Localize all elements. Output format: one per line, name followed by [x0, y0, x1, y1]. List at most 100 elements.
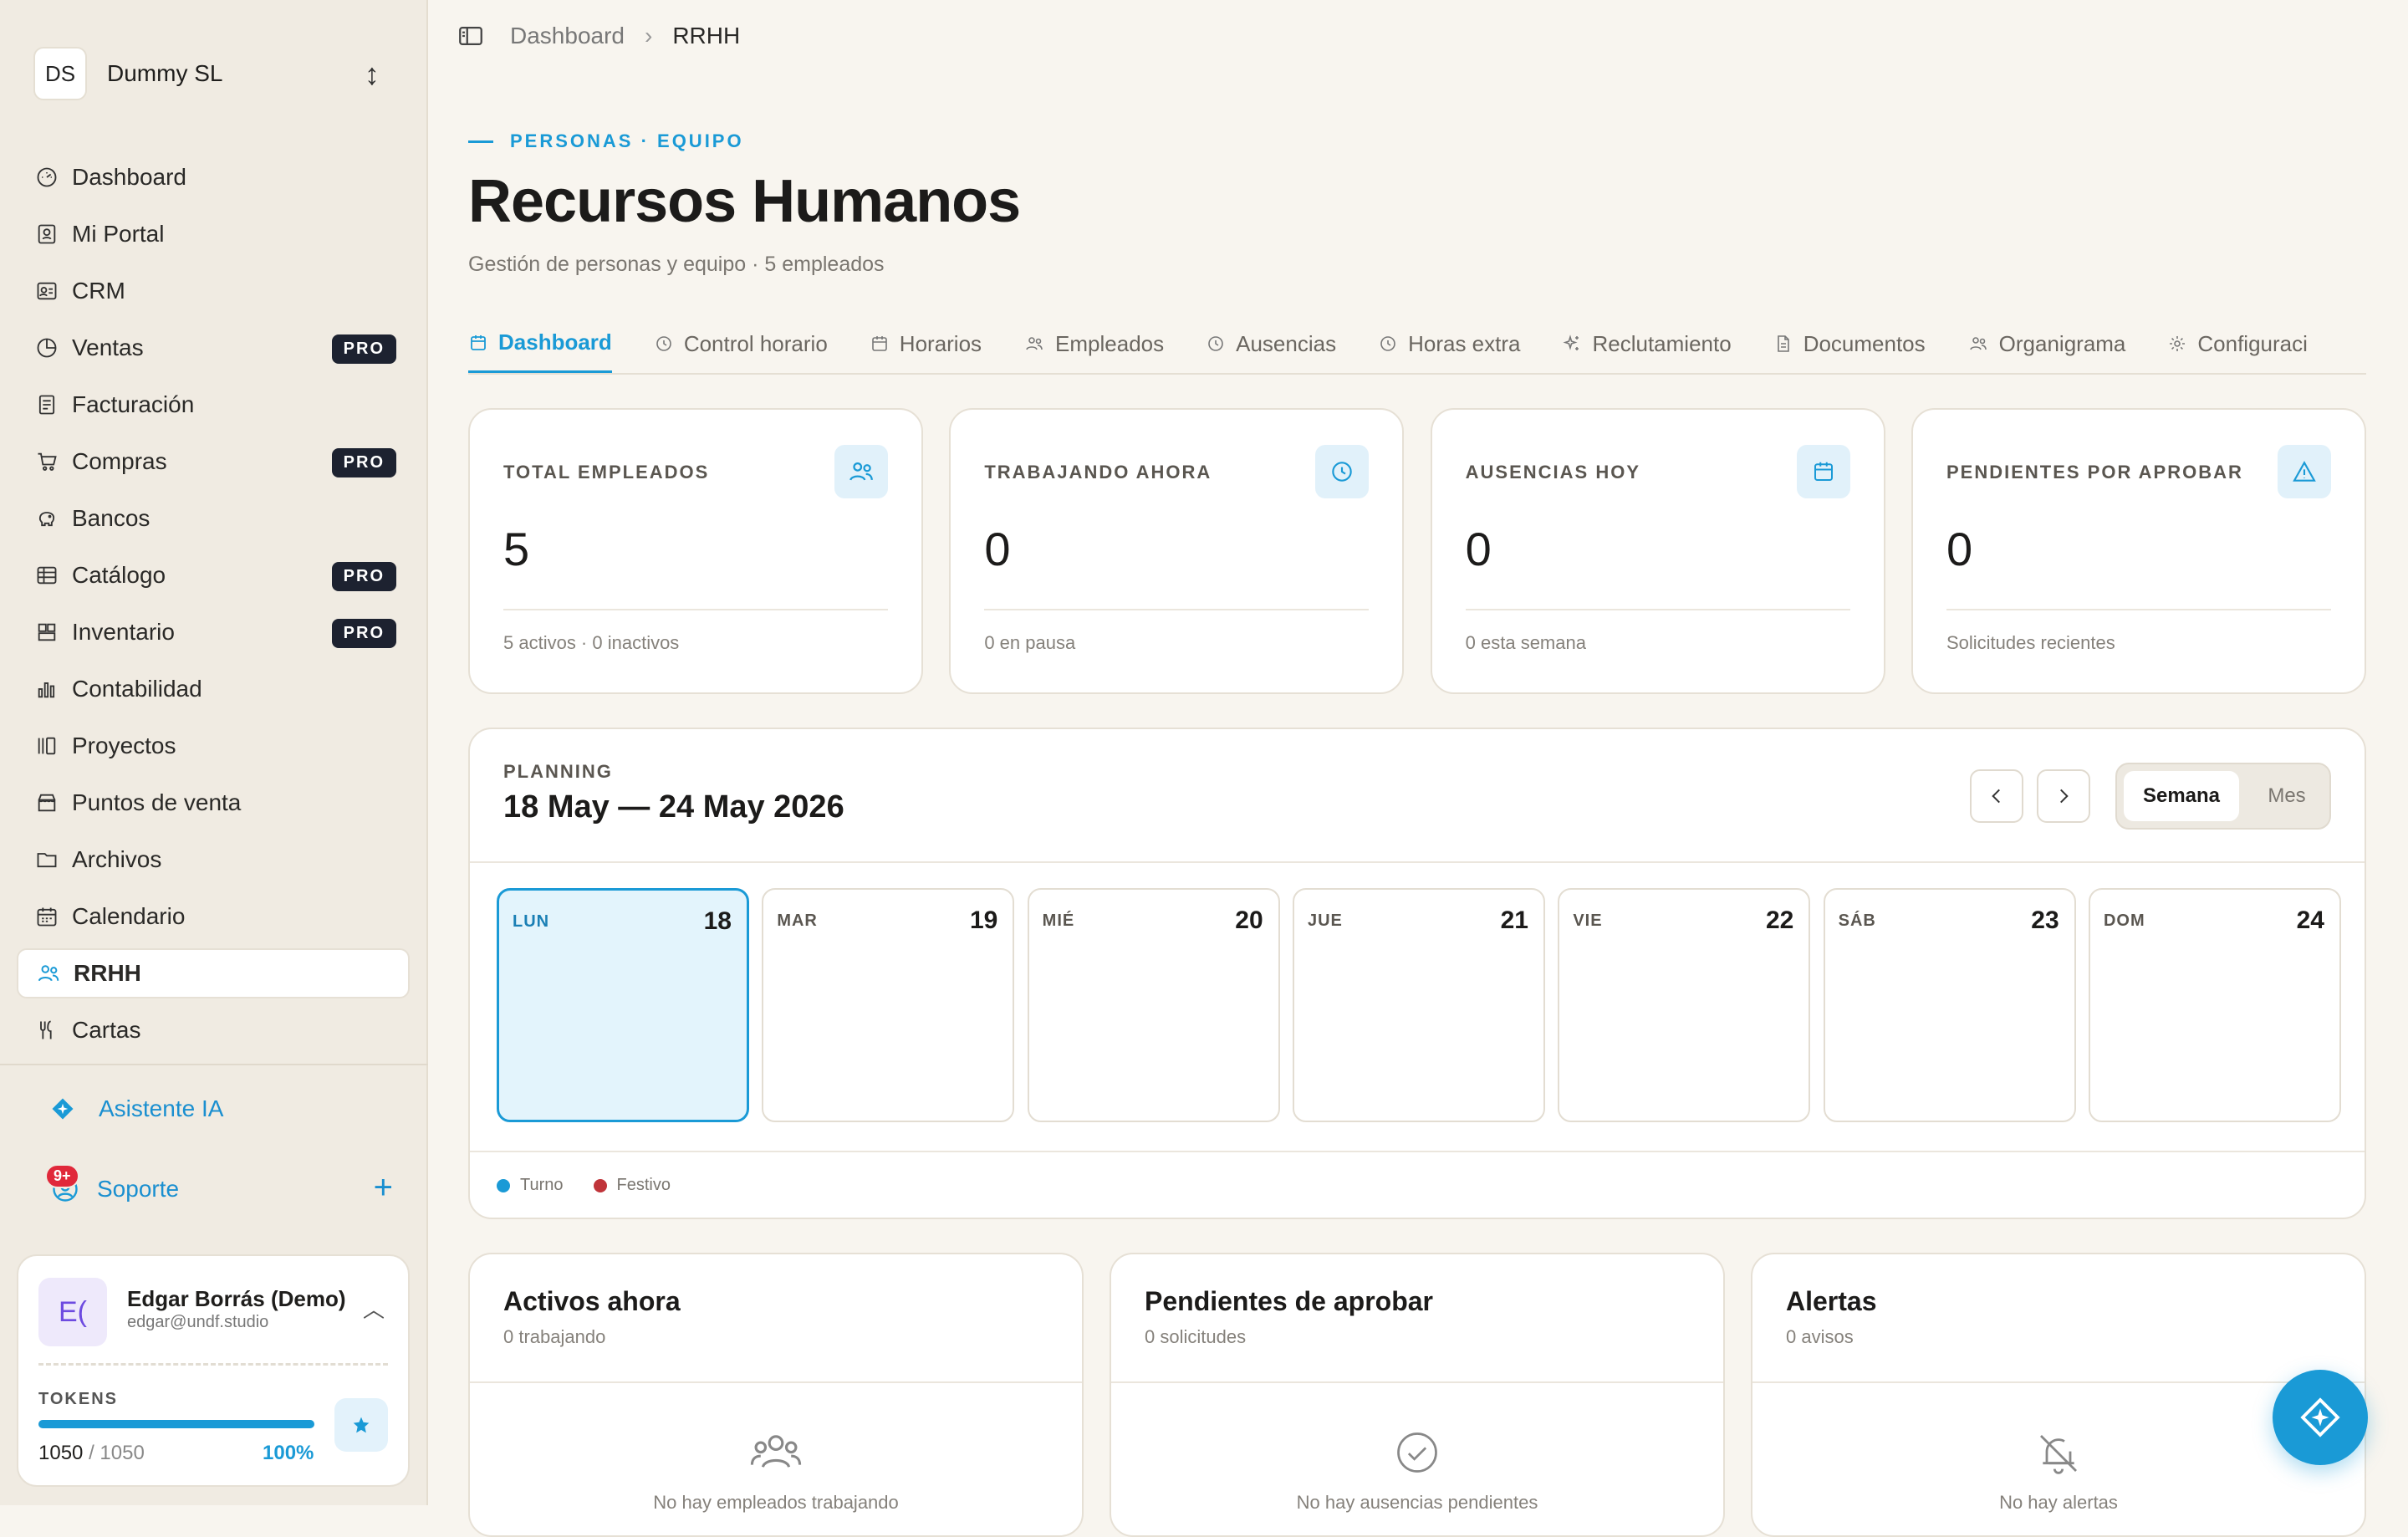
- view-toggle: Semana Mes: [2115, 763, 2331, 830]
- week-days: LUN 18 MAR 19 MIÉ 20 JUE 21 VIE 22 SÁB 23 DOM 2…: [497, 888, 2341, 1122]
- main-content: Dashboard › RRHH PERSONAS · EQUIPO Recur…: [428, 0, 2408, 1537]
- pro-badge: PRO: [331, 562, 396, 591]
- clock-icon: [654, 334, 674, 354]
- catalog-icon: [33, 562, 60, 589]
- day-cell[interactable]: VIE 22: [1558, 888, 1811, 1122]
- tab-control-horario[interactable]: Control horario: [654, 314, 828, 373]
- day-cell[interactable]: JUE 21: [1292, 888, 1545, 1122]
- active-now-card: Activos ahora 0 trabajando No hay emplea…: [468, 1253, 1084, 1537]
- tab-label: Reclutamiento: [1592, 330, 1732, 356]
- alerts-card: Alertas 0 avisos No hay alertas: [1751, 1253, 2366, 1537]
- sidebar-item-label: Cartas: [72, 1017, 141, 1043]
- day-cell[interactable]: SÁB 23: [1823, 888, 2076, 1122]
- day-cell[interactable]: LUN 18: [497, 888, 749, 1122]
- calendar-icon: [870, 334, 890, 354]
- sidebar-item-proyectos[interactable]: Proyectos: [17, 721, 410, 771]
- sidebar-item-label: Archivos: [72, 846, 162, 872]
- support-label: Soporte: [97, 1176, 180, 1202]
- tab-label: Dashboard: [498, 329, 612, 355]
- next-week-button[interactable]: [2037, 769, 2090, 823]
- sidebar-item-dashboard[interactable]: Dashboard: [17, 152, 410, 202]
- card-title: Pendientes de aprobar: [1145, 1286, 1433, 1316]
- sidebar-item-inventario[interactable]: Inventario PRO: [17, 607, 410, 657]
- sidebar-item-catalogo[interactable]: Catálogo PRO: [17, 550, 410, 600]
- sidebar-item-label: Calendario: [72, 903, 186, 929]
- calendar-icon: [33, 903, 60, 930]
- sidebar-item-label: RRHH: [74, 960, 141, 986]
- sidebar-item-bancos[interactable]: Bancos: [17, 493, 410, 544]
- add-icon[interactable]: +: [374, 1169, 393, 1207]
- sidebar-item-rrhh[interactable]: RRHH: [17, 948, 410, 998]
- check-circle-icon: [1111, 1430, 1723, 1475]
- breadcrumb-parent[interactable]: Dashboard: [510, 23, 625, 49]
- kicker-text: PERSONAS · EQUIPO: [510, 130, 744, 151]
- view-week-button[interactable]: Semana: [2124, 771, 2239, 821]
- sidebar-item-contabilidad[interactable]: Contabilidad: [17, 664, 410, 714]
- tab-ausencias[interactable]: Ausencias: [1206, 314, 1336, 373]
- planning-legend: Turno Festivo: [497, 1176, 671, 1195]
- tab-reclutamiento[interactable]: Reclutamiento: [1562, 314, 1732, 373]
- chevron-up-icon[interactable]: ︿: [363, 1293, 385, 1324]
- company-switcher[interactable]: DS Dummy SL ↕: [33, 45, 393, 102]
- support-icon: 9+: [45, 1164, 80, 1204]
- tab-dashboard[interactable]: Dashboard: [468, 314, 612, 373]
- sidebar-item-mi-portal[interactable]: Mi Portal: [17, 209, 410, 259]
- sidebar-item-facturacion[interactable]: Facturación: [17, 380, 410, 430]
- tokens-progress-fill: [38, 1420, 314, 1428]
- buy-tokens-button[interactable]: [334, 1398, 388, 1452]
- sidebar-item-puntos-de-venta[interactable]: Puntos de venta: [17, 778, 410, 828]
- invoice-icon: [33, 391, 60, 418]
- tab-label: Organigrama: [1998, 330, 2126, 356]
- sidebar-item-label: Proyectos: [72, 733, 176, 758]
- sidebar-item-label: CRM: [72, 278, 125, 304]
- day-cell[interactable]: MIÉ 20: [1027, 888, 1280, 1122]
- stat-label: TOTAL EMPLEADOS: [503, 462, 710, 483]
- sidebar-item-crm[interactable]: CRM: [17, 266, 410, 316]
- sidebar-toggle-icon[interactable]: [457, 22, 485, 50]
- tab-label: Horarios: [899, 330, 982, 356]
- day-cell[interactable]: MAR 19: [762, 888, 1015, 1122]
- support-link[interactable]: 9+ Soporte +: [45, 1164, 393, 1206]
- stat-cards: TOTAL EMPLEADOS 5 5 activos · 0 inactivo…: [468, 408, 2366, 694]
- tab-organigrama[interactable]: Organigrama: [1967, 314, 2126, 373]
- day-name: MAR: [777, 911, 818, 930]
- day-number: 22: [1765, 906, 1794, 934]
- prev-week-button[interactable]: [1970, 769, 2023, 823]
- sidebar-item-label: Ventas: [72, 334, 144, 360]
- breadcrumb-current: RRHH: [672, 23, 741, 49]
- user-name: Edgar Borrás (Demo): [127, 1286, 346, 1311]
- pro-badge: PRO: [331, 619, 396, 648]
- day-number: 24: [2296, 906, 2324, 934]
- tab-horarios[interactable]: Horarios: [870, 314, 982, 373]
- page-title: Recursos Humanos: [468, 168, 1021, 235]
- users-icon: [35, 960, 62, 987]
- day-name: DOM: [2103, 911, 2145, 930]
- pro-badge: PRO: [331, 334, 396, 364]
- sidebar-item-calendario[interactable]: Calendario: [17, 891, 410, 942]
- document-icon: [1773, 334, 1793, 354]
- empty-state-text: No hay alertas: [1999, 1492, 2118, 1513]
- sales-icon: [33, 334, 60, 361]
- assistant-link[interactable]: Asistente IA: [50, 1095, 223, 1122]
- sidebar-item-cartas[interactable]: Cartas: [17, 1005, 410, 1055]
- sidebar: DS Dummy SL ↕ Dashboard Mi Portal CRM Ve…: [0, 0, 428, 1505]
- day-cell[interactable]: DOM 24: [2088, 888, 2341, 1122]
- page-kicker: PERSONAS · EQUIPO: [468, 130, 744, 152]
- sparkle-diamond-icon: [2297, 1394, 2344, 1441]
- assistant-fab-button[interactable]: [2273, 1370, 2368, 1465]
- sidebar-item-compras[interactable]: Compras PRO: [17, 437, 410, 487]
- tab-horas-extra[interactable]: Horas extra: [1378, 314, 1520, 373]
- sidebar-nav: Dashboard Mi Portal CRM Ventas PRO Factu…: [17, 152, 410, 1062]
- users-icon: [470, 1430, 1082, 1473]
- user-card[interactable]: E( Edgar Borrás (Demo) edgar@undf.studio…: [17, 1254, 410, 1487]
- tab-empleados[interactable]: Empleados: [1023, 314, 1164, 373]
- tokens-progress-bar: [38, 1420, 314, 1428]
- tab-configuracion[interactable]: Configuraci: [2167, 314, 2308, 373]
- stat-value: 0: [1465, 523, 1492, 575]
- tab-documentos[interactable]: Documentos: [1773, 314, 1926, 373]
- inventory-icon: [33, 619, 60, 646]
- view-month-button[interactable]: Mes: [2251, 771, 2323, 821]
- sidebar-item-ventas[interactable]: Ventas PRO: [17, 323, 410, 373]
- sidebar-item-archivos[interactable]: Archivos: [17, 835, 410, 885]
- chevron-right-icon: [2053, 785, 2074, 807]
